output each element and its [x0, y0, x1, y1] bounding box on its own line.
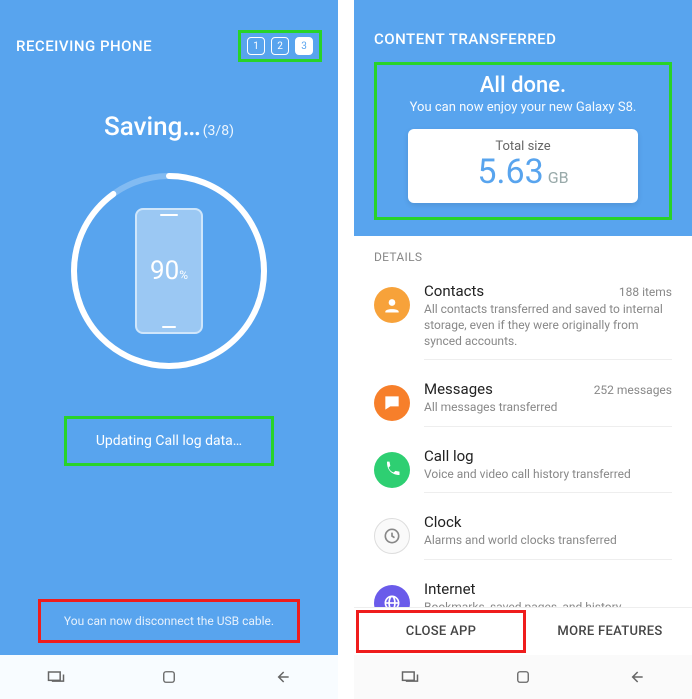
- item-sub: All contacts transferred and saved to in…: [424, 302, 672, 349]
- list-item[interactable]: Contacts 188 items All contacts transferr…: [374, 272, 672, 370]
- item-title: Clock: [424, 513, 461, 531]
- item-sub: All messages transferred: [424, 400, 672, 416]
- close-app-button[interactable]: CLOSE APP: [356, 610, 526, 653]
- clock-icon: [374, 518, 410, 554]
- calllog-icon: [374, 452, 410, 488]
- done-card: All done. You can now enjoy your new Gal…: [374, 62, 672, 220]
- page-title: CONTENT TRANSFERRED: [374, 30, 672, 48]
- item-sub: Bookmarks, saved pages, and history tran…: [424, 600, 672, 607]
- saving-count: (3/8): [203, 123, 234, 139]
- item-title: Contacts: [424, 282, 484, 300]
- done-heading: All done.: [387, 73, 659, 98]
- list-item[interactable]: Call log Voice and video call history tr…: [374, 437, 672, 504]
- home-icon[interactable]: [512, 666, 534, 688]
- saving-status: Saving…(3/8): [0, 112, 338, 142]
- step-badge-3: 3: [295, 37, 313, 55]
- back-icon[interactable]: [625, 666, 647, 688]
- step-indicator: 1 2 3: [238, 30, 322, 62]
- total-size-card: Total size 5.63GB: [408, 129, 638, 203]
- home-icon[interactable]: [158, 666, 180, 688]
- receiving-phone-screen: RECEIVING PHONE 1 2 3 Saving…(3/8) 90% U…: [0, 0, 338, 699]
- back-icon[interactable]: [271, 666, 293, 688]
- nav-bar: [354, 655, 692, 699]
- details-list[interactable]: Contacts 188 items All contacts transferr…: [354, 272, 692, 607]
- list-item[interactable]: Clock Alarms and world clocks transferre…: [374, 503, 672, 570]
- total-size-unit: GB: [548, 168, 569, 187]
- button-bar: CLOSE APP MORE FEATURES: [354, 607, 692, 655]
- progress-percent: 90%: [150, 256, 188, 286]
- step-badge-2: 2: [271, 37, 289, 55]
- item-meta: 252 messages: [594, 383, 672, 397]
- status-message: Updating Call log data…: [64, 416, 274, 466]
- done-subtitle: You can now enjoy your new Galaxy S8.: [387, 100, 659, 115]
- recents-icon[interactable]: [399, 666, 421, 688]
- transfer-complete-screen: CONTENT TRANSFERRED All done. You can no…: [354, 0, 692, 699]
- saving-label: Saving…: [104, 112, 201, 142]
- progress-ring: 90%: [64, 166, 274, 376]
- messages-icon: [374, 385, 410, 421]
- page-title: RECEIVING PHONE: [16, 37, 152, 55]
- item-sub: Alarms and world clocks transferred: [424, 533, 672, 549]
- disconnect-message: You can now disconnect the USB cable.: [38, 599, 300, 643]
- step-badge-1: 1: [247, 37, 265, 55]
- total-size-value: 5.63: [477, 152, 543, 192]
- internet-icon: [374, 585, 410, 607]
- list-item[interactable]: Messages 252 messages All messages transf…: [374, 370, 672, 437]
- contacts-icon: [374, 287, 410, 323]
- details-label: DETAILS: [354, 236, 692, 272]
- nav-bar: [0, 655, 338, 699]
- item-meta: 188 items: [619, 285, 672, 299]
- item-title: Call log: [424, 447, 474, 465]
- item-sub: Voice and video call history transferred: [424, 467, 672, 483]
- recents-icon[interactable]: [45, 666, 67, 688]
- more-features-button[interactable]: MORE FEATURES: [528, 608, 692, 655]
- item-title: Internet: [424, 580, 475, 598]
- list-item[interactable]: Internet Bookmarks, saved pages, and his…: [374, 570, 672, 607]
- item-title: Messages: [424, 380, 493, 398]
